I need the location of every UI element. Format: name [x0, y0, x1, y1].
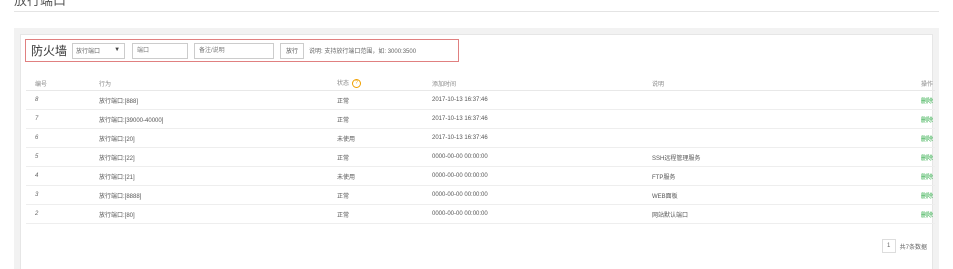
- table-row: 8 放行端口:[888] 正常 2017-10-13 16:37:46 删除: [26, 90, 935, 110]
- rule-op: 删除: [870, 109, 935, 129]
- rule-type-value: 放行端口: [76, 49, 101, 55]
- rule-time: 2017-10-13 16:37:46: [432, 90, 652, 110]
- delete-link[interactable]: 删除: [921, 118, 933, 124]
- rule-type-select[interactable]: 放行端口 ▼: [72, 42, 126, 59]
- rule-action: 放行端口:[39000-40000]: [99, 109, 337, 129]
- firewall-title: 防火墙: [31, 44, 68, 58]
- table-row: 5 放行端口:[22] 正常 0000-00-00 00:00:00 SSH远程…: [26, 147, 935, 167]
- rule-time: 2017-10-13 16:37:46: [432, 128, 652, 148]
- header-desc: 说明: [652, 76, 870, 91]
- rule-desc: [652, 90, 870, 110]
- rule-id: 5: [26, 147, 99, 167]
- header-status: 状态?: [337, 76, 432, 91]
- page-total: 共7条数据: [899, 244, 927, 251]
- header-status-label: 状态: [337, 81, 350, 88]
- rule-time: 0000-00-00 00:00:00: [432, 166, 652, 186]
- port-input[interactable]: [132, 42, 189, 59]
- rule-id: 7: [26, 109, 99, 129]
- table-row: 3 放行端口:[8888] 正常 0000-00-00 00:00:00 WEB…: [26, 185, 935, 205]
- rule-id: 3: [26, 185, 99, 205]
- table-row: 4 放行端口:[21] 未使用 0000-00-00 00:00:00 FTP服…: [26, 166, 935, 186]
- delete-link[interactable]: 删除: [921, 99, 933, 105]
- rule-desc: 网站默认端口: [652, 204, 870, 224]
- rule-time: 2017-10-13 16:37:46: [432, 109, 652, 129]
- header-time: 添加时间: [432, 76, 652, 91]
- delete-link[interactable]: 删除: [921, 175, 933, 181]
- firewall-toolbar: 防火墙 放行端口 ▼ 放行 说明: 支持放行端口范围，如: 3000:3500: [25, 39, 459, 62]
- table-header-row: 编号 行为 状态? 添加时间 说明 操作: [26, 76, 935, 91]
- firewall-rules-table: 编号 行为 状态? 添加时间 说明 操作 8 放行端口:[888] 正常 201…: [26, 76, 935, 224]
- rule-op: 删除: [870, 128, 935, 148]
- title-divider: [14, 11, 939, 12]
- rule-time: 0000-00-00 00:00:00: [432, 147, 652, 167]
- rule-status[interactable]: 正常: [337, 90, 432, 110]
- rule-time: 0000-00-00 00:00:00: [432, 204, 652, 224]
- rule-op: 删除: [870, 166, 935, 186]
- rule-status[interactable]: 未使用: [337, 166, 432, 186]
- allow-button[interactable]: 放行: [280, 42, 305, 59]
- rule-id: 8: [26, 90, 99, 110]
- rule-desc: FTP服务: [652, 166, 870, 186]
- page-title: 放行端口: [14, 0, 67, 8]
- rule-status[interactable]: 正常: [337, 204, 432, 224]
- caret-down-icon: ▼: [114, 46, 121, 53]
- rule-action: 放行端口:[20]: [99, 128, 337, 148]
- page-number-button[interactable]: 1: [881, 239, 896, 253]
- rule-desc: SSH远程管理服务: [652, 147, 870, 167]
- rule-op: 删除: [870, 90, 935, 110]
- rule-action: 放行端口:[21]: [99, 166, 337, 186]
- rule-id: 4: [26, 166, 99, 186]
- rule-id: 2: [26, 204, 99, 224]
- rule-op: 删除: [870, 185, 935, 205]
- rule-status[interactable]: 未使用: [337, 128, 432, 148]
- question-circle-icon[interactable]: ?: [352, 78, 362, 88]
- rule-op: 删除: [870, 147, 935, 167]
- rule-id: 6: [26, 128, 99, 148]
- rule-status[interactable]: 正常: [337, 147, 432, 167]
- rule-op: 删除: [870, 204, 935, 224]
- rule-desc: [652, 128, 870, 148]
- delete-link[interactable]: 删除: [921, 137, 933, 143]
- table-row: 7 放行端口:[39000-40000] 正常 2017-10-13 16:37…: [26, 109, 935, 129]
- rule-action: 放行端口:[8888]: [99, 185, 337, 205]
- header-id: 编号: [26, 76, 99, 91]
- table-row: 2 放行端口:[80] 正常 0000-00-00 00:00:00 网站默认端…: [26, 204, 935, 224]
- delete-link[interactable]: 删除: [921, 213, 933, 219]
- rule-desc: WEB面板: [652, 185, 870, 205]
- rule-status[interactable]: 正常: [337, 109, 432, 129]
- firewall-hint: 说明: 支持放行端口范围，如: 3000:3500: [309, 49, 417, 55]
- rule-action: 放行端口:[80]: [99, 204, 337, 224]
- delete-link[interactable]: 删除: [921, 194, 933, 200]
- remark-input[interactable]: [194, 42, 275, 59]
- delete-link[interactable]: 删除: [921, 156, 933, 162]
- rule-status[interactable]: 正常: [337, 185, 432, 205]
- rule-time: 0000-00-00 00:00:00: [432, 185, 652, 205]
- header-op: 操作: [870, 76, 935, 91]
- rule-desc: [652, 109, 870, 129]
- pagination: 1 共7条数据: [881, 239, 927, 253]
- table-row: 6 放行端口:[20] 未使用 2017-10-13 16:37:46 删除: [26, 128, 935, 148]
- rule-action: 放行端口:[888]: [99, 90, 337, 110]
- header-action: 行为: [99, 76, 337, 91]
- rule-action: 放行端口:[22]: [99, 147, 337, 167]
